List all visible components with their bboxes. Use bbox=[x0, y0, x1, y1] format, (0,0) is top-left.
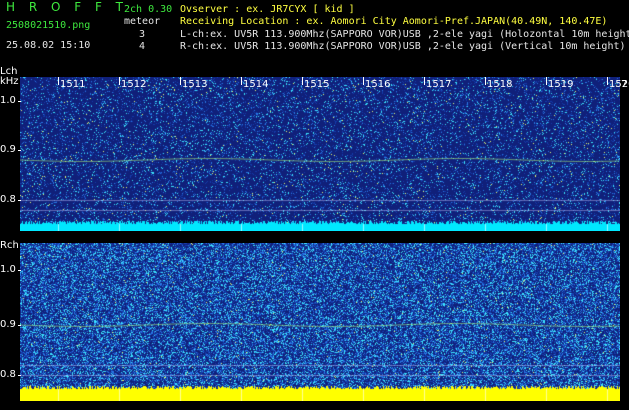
freq-tick-label: 0.9 bbox=[0, 144, 16, 155]
freq-tick-mark bbox=[18, 325, 21, 326]
time-tick-mark bbox=[58, 77, 59, 85]
mode-label: 2ch 0.30 bbox=[124, 4, 173, 15]
freq-tick-mark bbox=[18, 200, 21, 201]
time-tick-label: 1511 bbox=[60, 79, 86, 90]
freq-tick-mark bbox=[18, 375, 21, 376]
time-tick-mark bbox=[485, 77, 486, 85]
observer-line: Ovserver : ex. JR7CYX [ kid ] bbox=[180, 4, 355, 15]
rch-axis-label: Rch bbox=[0, 240, 19, 251]
meteor-count-r: 4 bbox=[139, 41, 146, 52]
time-tick-label: 1518 bbox=[487, 79, 513, 90]
meteor-count-l: 3 bbox=[139, 29, 146, 40]
time-tick-mark bbox=[241, 77, 242, 85]
time-tick-label: 1513 bbox=[182, 79, 208, 90]
khz-axis-label: kHz bbox=[0, 76, 19, 87]
rch-spectrogram bbox=[20, 243, 620, 401]
time-tick-label: 1512 bbox=[121, 79, 147, 90]
freq-tick-mark bbox=[18, 101, 21, 102]
time-tick-mark bbox=[363, 77, 364, 85]
freq-tick-label: 0.8 bbox=[0, 369, 16, 380]
time-tick-label: 7 bbox=[621, 79, 628, 90]
time-tick-label: 1517 bbox=[426, 79, 452, 90]
time-tick-mark bbox=[119, 77, 120, 85]
freq-tick-label: 0.8 bbox=[0, 194, 16, 205]
time-tick-label: 1516 bbox=[365, 79, 391, 90]
time-tick-label: 1514 bbox=[243, 79, 269, 90]
meteor-label: meteor bbox=[124, 16, 161, 27]
time-tick-mark bbox=[546, 77, 547, 85]
freq-tick-label: 1.0 bbox=[0, 264, 16, 275]
freq-tick-label: 1.0 bbox=[0, 95, 16, 106]
datetime: 25.08.02 15:10 bbox=[6, 40, 91, 51]
freq-tick-mark bbox=[18, 270, 21, 271]
time-tick-mark bbox=[424, 77, 425, 85]
location-line: Receiving Location : ex. Aomori City Aom… bbox=[180, 16, 608, 27]
freq-tick-label: 0.9 bbox=[0, 319, 16, 330]
time-tick-mark bbox=[607, 77, 608, 85]
app-brand: H R O F F T bbox=[6, 0, 129, 14]
time-tick-label: 1519 bbox=[548, 79, 574, 90]
time-tick-mark bbox=[180, 77, 181, 85]
lch-spectrogram bbox=[20, 77, 620, 231]
lch-description: L-ch:ex. UV5R 113.900Mhz(SAPPORO VOR)USB… bbox=[180, 29, 629, 40]
rch-description: R-ch:ex. UV5R 113.900Mhz(SAPPORO VOR)USB… bbox=[180, 41, 626, 52]
time-tick-label: 1515 bbox=[304, 79, 330, 90]
filename: 2508021510.png bbox=[6, 20, 91, 31]
time-tick-mark bbox=[302, 77, 303, 85]
freq-tick-mark bbox=[18, 150, 21, 151]
